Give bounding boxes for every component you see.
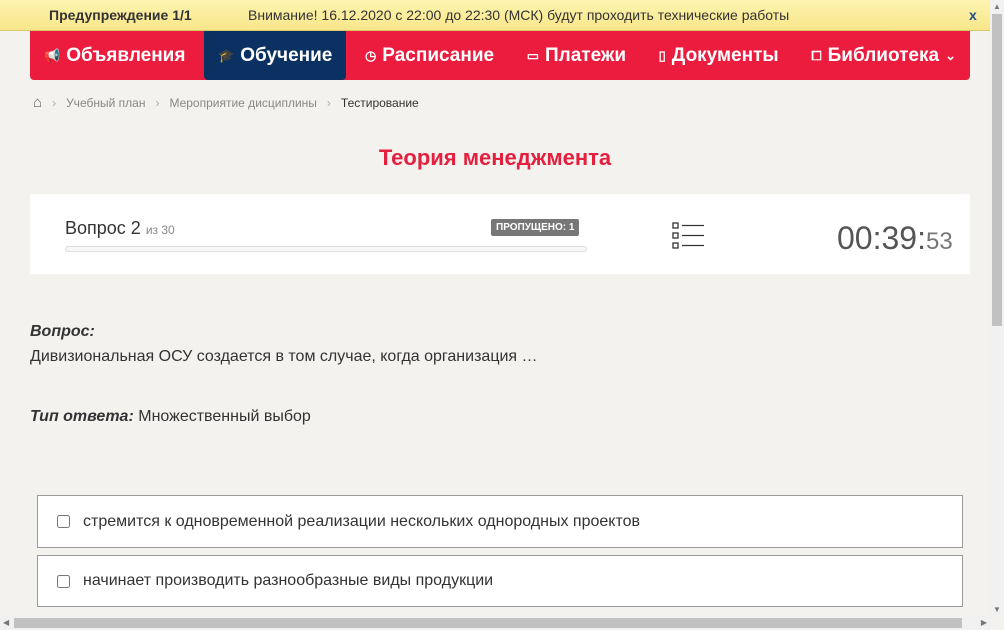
answer-option[interactable]: начинает производить разнообразные виды …: [37, 555, 963, 607]
nav-label: Библиотека: [827, 44, 940, 66]
scrollbar-thumb[interactable]: [992, 14, 1002, 326]
answer-type: Тип ответа: Множественный выбор: [30, 408, 311, 426]
scroll-left-icon[interactable]: ◀: [3, 618, 9, 627]
warning-title: Предупреждение 1/1: [49, 7, 192, 23]
answer-text: стремится к одновременной реализации нес…: [83, 512, 640, 530]
breadcrumb: ⌂ › Учебный план › Мероприятие дисциплин…: [33, 94, 419, 111]
timer-seconds: 53: [925, 228, 953, 255]
money-icon: ▭: [526, 47, 539, 63]
question-list-icon[interactable]: [672, 222, 704, 250]
question-label: Вопрос:: [30, 323, 95, 340]
graduation-cap-icon: 🎓: [218, 47, 235, 63]
question-number: Вопрос 2: [65, 218, 141, 238]
answer-option[interactable]: стремится к одновременной реализации нес…: [37, 495, 963, 548]
answer-checkbox[interactable]: [57, 574, 70, 588]
megaphone-icon: 📢: [44, 47, 61, 63]
timer: 00:39:53: [837, 220, 953, 257]
nav-label: Расписание: [382, 44, 495, 66]
answer-checkbox[interactable]: [57, 515, 70, 528]
nav-library[interactable]: ⧠ Библиотека ⌄: [797, 31, 970, 80]
warning-banner: Предупреждение 1/1 Внимание! 16.12.2020 …: [0, 0, 990, 31]
page-title: Теория менеджмента: [378, 145, 612, 170]
nav-documents[interactable]: ▯ Документы: [645, 31, 793, 80]
timer-main: 00:39:: [837, 220, 926, 256]
breadcrumb-event[interactable]: Мероприятие дисциплины: [169, 96, 316, 110]
separator-icon: ›: [326, 95, 331, 110]
main-nav: 📢 Объявления 🎓 Обучение ◷ Расписание ▭ Плате…: [30, 31, 970, 80]
nav-label: Объявления: [66, 44, 186, 66]
question-text: Дивизиональная ОСУ создается в том случа…: [30, 348, 538, 365]
nav-announcements[interactable]: 📢 Объявления: [30, 31, 199, 80]
warning-message: Внимание! 16.12.2020 с 22:00 до 22:30 (М…: [248, 7, 790, 23]
scrollbar-thumb[interactable]: [14, 618, 962, 628]
horizontal-scrollbar[interactable]: ◀ ▶: [0, 616, 990, 630]
vertical-scrollbar[interactable]: ▲ ▼: [990, 0, 1004, 616]
answer-type-label: Тип ответа:: [30, 408, 134, 425]
separator-icon: ›: [155, 95, 160, 110]
nav-label: Платежи: [544, 44, 627, 66]
nav-schedule[interactable]: ◷ Расписание: [351, 31, 508, 80]
scroll-up-icon[interactable]: ▲: [993, 2, 1001, 11]
answer-type-value: Множественный выбор: [138, 408, 311, 425]
chevron-down-icon: ⌄: [945, 47, 956, 63]
skipped-badge: ПРОПУЩЕНО: 1: [491, 219, 580, 236]
nav-label: Обучение: [240, 44, 333, 66]
breadcrumb-curriculum[interactable]: Учебный план: [66, 96, 145, 110]
separator-icon: ›: [52, 95, 57, 110]
nav-payments[interactable]: ▭ Платежи: [513, 31, 640, 80]
home-icon[interactable]: ⌂: [33, 94, 42, 111]
close-warning-button[interactable]: x: [969, 7, 977, 23]
scroll-down-icon[interactable]: ▼: [993, 605, 1001, 614]
nav-label: Документы: [671, 44, 779, 66]
question-counter: Вопрос 2 из 30: [65, 218, 175, 239]
test-progress-card: Вопрос 2 из 30 ПРОПУЩЕНО: 1 00:39:53: [30, 194, 970, 274]
nav-learning[interactable]: 🎓 Обучение: [204, 31, 347, 80]
progress-bar: [65, 246, 587, 252]
book-icon: ⧠: [811, 47, 822, 63]
answer-text: начинает производить разнообразные виды …: [83, 572, 494, 589]
document-icon: ▯: [658, 47, 666, 63]
clock-icon: ◷: [364, 47, 377, 63]
breadcrumb-current: Тестирование: [340, 95, 419, 110]
scroll-right-icon[interactable]: ▶: [981, 618, 987, 627]
question-total: из 30: [145, 223, 175, 237]
